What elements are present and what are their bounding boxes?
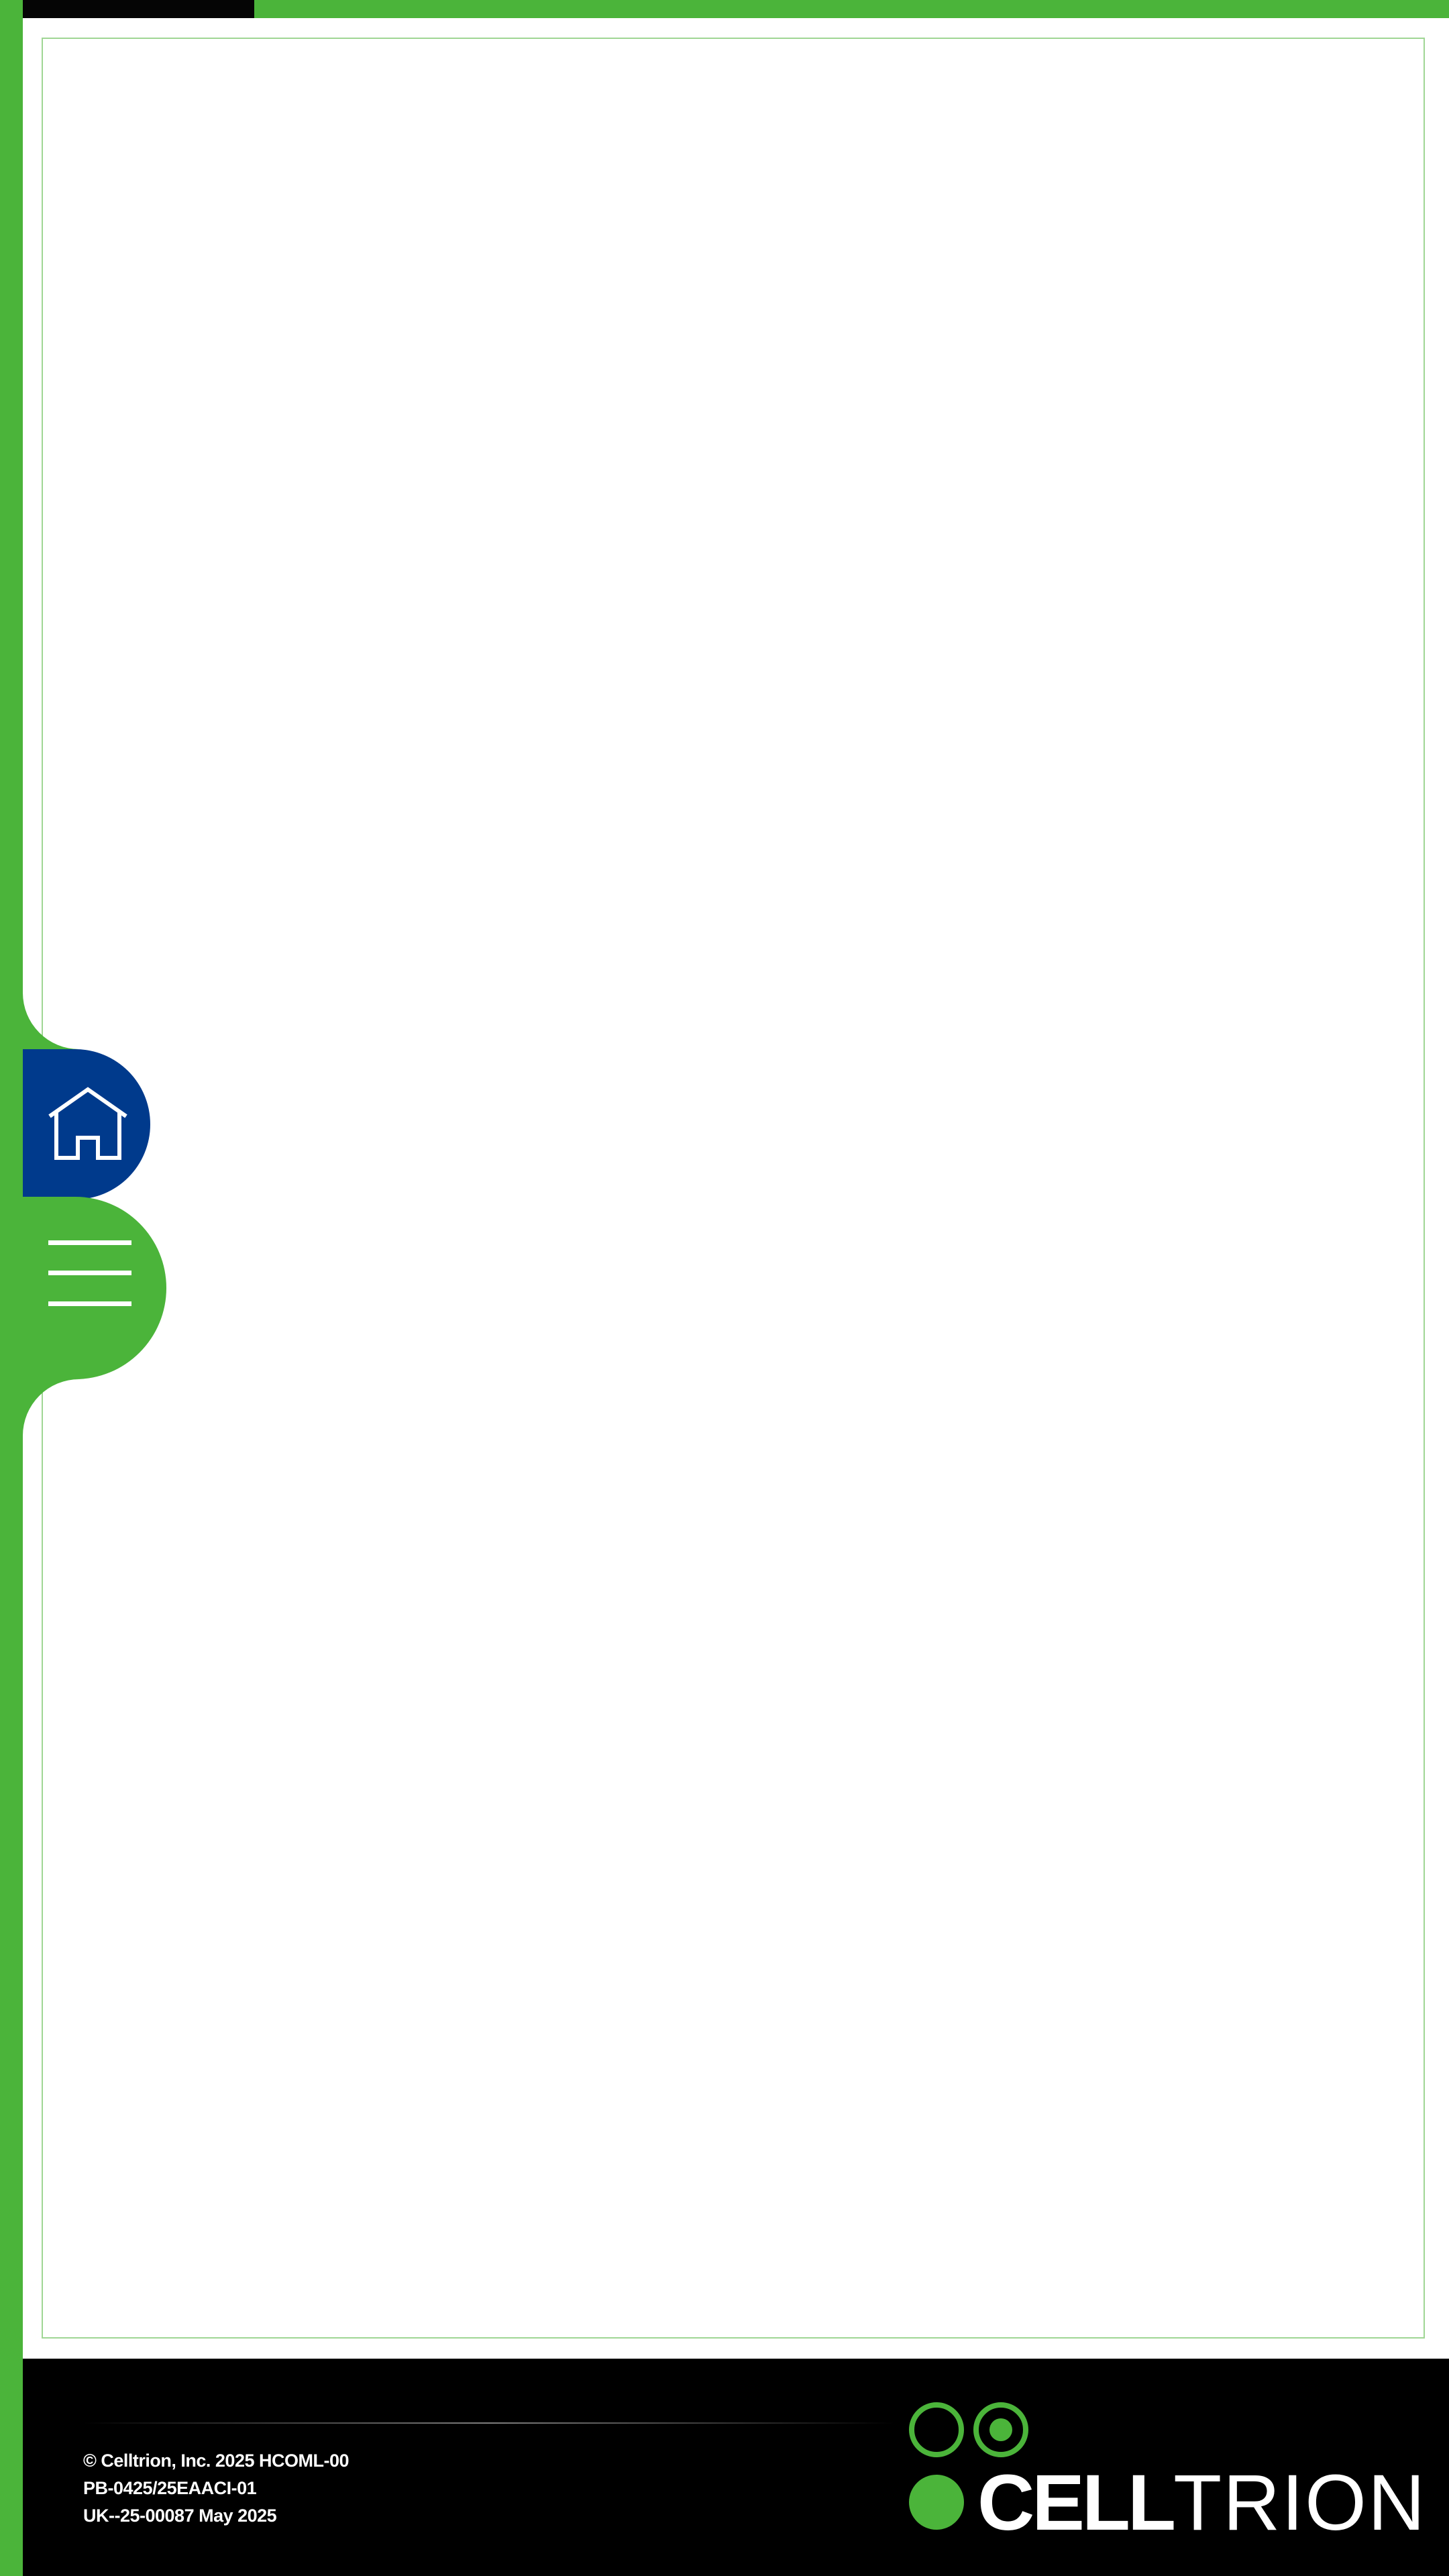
menu-button[interactable] [23, 1197, 173, 1347]
top-accent-black-segment [23, 0, 254, 18]
footer-legal-text: © Celltrion, Inc. 2025 HCOML-00 PB-0425/… [83, 2447, 350, 2530]
logo-word-cell: CELL [977, 2459, 1176, 2547]
page: © Celltrion, Inc. 2025 HCOML-00 PB-0425/… [0, 0, 1449, 2576]
home-icon [48, 1087, 127, 1160]
logo-wordmark: CELLTRION [977, 2463, 1426, 2542]
footer-job-code: PB-0425/25EAACI-01 [83, 2478, 257, 2498]
content-area [42, 38, 1425, 2339]
side-navigation [23, 993, 184, 1436]
footer-approval-code: UK--25-00087 May 2025 [83, 2506, 277, 2526]
celltrion-logo: CELLTRION [908, 2402, 1425, 2542]
footer-divider [83, 2422, 895, 2424]
left-accent-bar [0, 0, 23, 2576]
footer-copyright: © Celltrion, Inc. 2025 HCOML-00 [83, 2451, 350, 2471]
home-button[interactable] [23, 1049, 173, 1199]
footer: © Celltrion, Inc. 2025 HCOML-00 PB-0425/… [23, 2359, 1449, 2576]
logo-word-trion: TRION [1173, 2459, 1427, 2547]
hamburger-menu-icon [48, 1240, 131, 1306]
